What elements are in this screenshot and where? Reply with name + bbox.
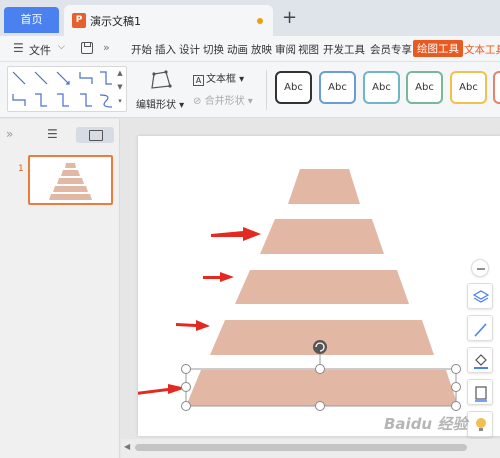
save-icon[interactable]: [81, 42, 93, 54]
edit-shape-button[interactable]: 编辑形状 ▾: [134, 66, 186, 114]
pyramid-diagram: [138, 169, 461, 411]
drawing-toolbar: ▲ ▼ ▾ 编辑形状 ▾ A 文本框 ▾ ⊘ 合并形状 ▾ Abc Abc Abc A…: [0, 62, 500, 118]
menu-drawing-tools[interactable]: 绘图工具: [413, 40, 463, 57]
shape-style-swatch[interactable]: [493, 71, 500, 104]
tab-home[interactable]: 首页: [4, 7, 59, 33]
slide-number: 1: [18, 164, 24, 174]
slide-panel: » ☰ 1: [0, 119, 120, 458]
presentation-file-icon: P: [72, 13, 86, 28]
tab-document[interactable]: P 演示文稿1: [64, 5, 273, 36]
red-arrow: [176, 320, 210, 331]
scrollbar-thumb[interactable]: [135, 444, 467, 451]
menu-developer-tools[interactable]: 开发工具: [323, 42, 365, 57]
red-arrow: [138, 384, 186, 395]
chevron-down-icon[interactable]: ⌵: [58, 42, 65, 52]
merge-shape-button[interactable]: ⊘ 合并形状 ▾: [193, 92, 253, 107]
unsaved-indicator: [257, 18, 263, 24]
connector-shapes-icon: [12, 71, 113, 108]
frame-icon[interactable]: [467, 379, 493, 405]
menu-design[interactable]: 设计: [179, 42, 200, 57]
tab-bar: 首页 P 演示文稿1 +: [0, 0, 500, 36]
shape-style-swatch[interactable]: Abc: [275, 71, 312, 104]
textbox-button[interactable]: A 文本框 ▾: [193, 70, 244, 86]
floating-toolbar: [467, 255, 497, 440]
slide-thumbnail[interactable]: [28, 155, 113, 205]
pyramid-layer-3: [235, 270, 409, 304]
red-arrow: [211, 227, 261, 241]
textbox-label: 文本框: [206, 74, 236, 85]
layers-icon[interactable]: [467, 283, 493, 309]
slide-canvas: [121, 119, 500, 439]
toolbar-divider: [266, 70, 267, 110]
edit-shape-icon: [151, 70, 172, 89]
shape-style-swatch[interactable]: Abc: [319, 71, 356, 104]
hamburger-menu-icon[interactable]: ☰: [13, 41, 24, 55]
menu-insert[interactable]: 插入: [155, 42, 176, 57]
textbox-icon: A: [193, 75, 204, 86]
gallery-scroll-arrows[interactable]: ▲ ▼ ▾: [114, 66, 126, 112]
red-arrow: [203, 272, 234, 282]
shape-style-swatch[interactable]: Abc: [450, 71, 487, 104]
watermark: Baidu 经验: [384, 415, 468, 433]
fill-icon[interactable]: [467, 347, 493, 373]
menu-animation[interactable]: 动画: [227, 42, 248, 57]
edit-shape-label: 编辑形状 ▾: [136, 100, 185, 111]
shape-style-swatch[interactable]: Abc: [363, 71, 400, 104]
pen-icon[interactable]: [467, 315, 493, 341]
menu-slideshow[interactable]: 放映: [251, 42, 272, 57]
menu-view[interactable]: 视图: [298, 42, 319, 57]
double-chevron-right-icon[interactable]: »: [103, 41, 110, 54]
new-tab-button[interactable]: +: [282, 7, 297, 28]
lightbulb-icon[interactable]: [467, 411, 493, 437]
collapse-panel-icon[interactable]: »: [6, 127, 13, 141]
menu-review[interactable]: 审阅: [275, 42, 296, 57]
merge-shape-label: 合并形状: [204, 96, 245, 107]
pyramid-layer-1: [288, 169, 360, 204]
menu-file[interactable]: 文件: [29, 42, 51, 58]
pyramid-layer-2: [260, 219, 384, 254]
pyramid-layer-5: [186, 370, 458, 406]
document-title: 演示文稿1: [90, 15, 141, 28]
menu-bar: ☰ 文件 ⌵ » 开始 插入 设计 切换 动画 放映 审阅 视图 开发工具 会员…: [0, 36, 500, 62]
menu-transition[interactable]: 切换: [203, 42, 224, 57]
menu-start[interactable]: 开始: [131, 42, 152, 57]
outline-view-icon[interactable]: ☰: [47, 127, 58, 141]
shape-style-swatch[interactable]: Abc: [406, 71, 443, 104]
menu-text-tools[interactable]: 文本工具: [464, 42, 500, 57]
scroll-left-arrow[interactable]: ◀: [124, 442, 130, 451]
connector-line-gallery[interactable]: [7, 66, 127, 112]
menu-member[interactable]: 会员专享: [370, 42, 412, 57]
zoom-out-icon[interactable]: [471, 259, 489, 277]
slide-view-button[interactable]: [76, 127, 114, 143]
slide-thumbnail-preview: [49, 163, 92, 200]
slide-page[interactable]: [138, 136, 500, 436]
horizontal-scrollbar[interactable]: ◀: [121, 439, 500, 458]
merge-shape-icon: ⊘: [193, 96, 202, 107]
